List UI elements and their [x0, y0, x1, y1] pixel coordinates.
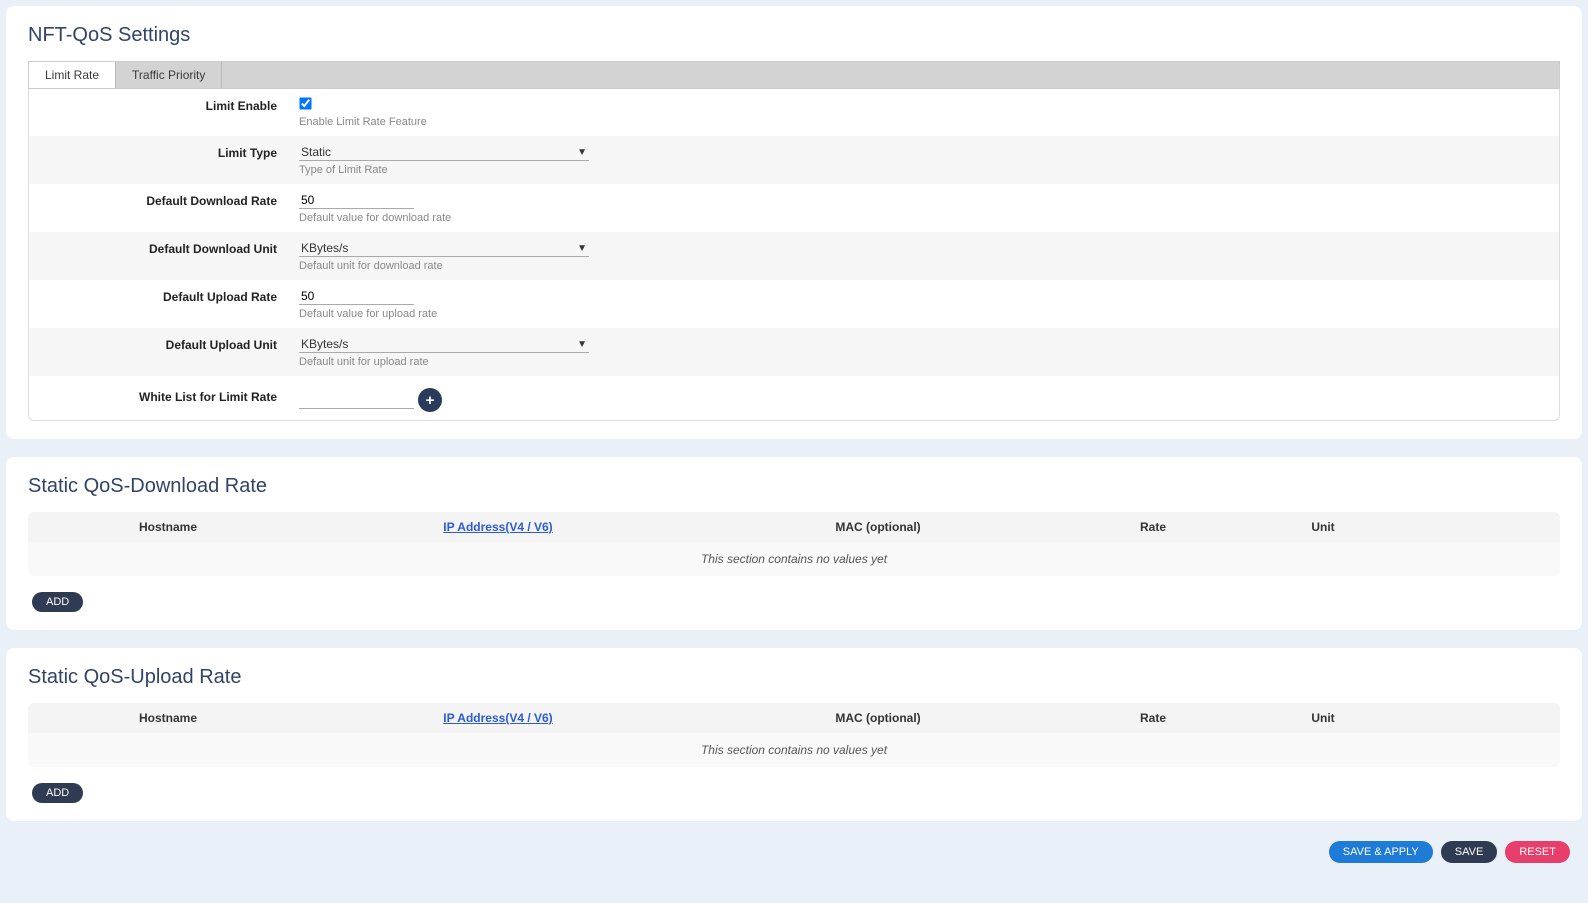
chevron-down-icon: ▼	[577, 147, 587, 158]
select-limit-type-value: Static	[301, 145, 331, 159]
tab-traffic-priority[interactable]: Traffic Priority	[116, 62, 222, 88]
select-ul-unit-value: KBytes/s	[301, 337, 348, 351]
row-dl-rate: Default Download Rate Default value for …	[29, 184, 1559, 232]
label-ul-rate: Default Upload Rate	[29, 288, 299, 304]
th-mac: MAC (optional)	[688, 520, 1068, 534]
label-limit-enable: Limit Enable	[29, 97, 299, 113]
save-button[interactable]: SAVE	[1441, 841, 1498, 863]
row-limit-enable: Limit Enable Enable Limit Rate Feature	[29, 89, 1559, 136]
th-ip-link[interactable]: IP Address(V4 / V6)	[443, 711, 552, 725]
download-title: Static QoS-Download Rate	[6, 475, 1582, 512]
upload-panel: Static QoS-Upload Rate Hostname IP Addre…	[6, 648, 1582, 821]
th-hostname: Hostname	[28, 711, 308, 725]
select-dl-unit-value: KBytes/s	[301, 241, 348, 255]
download-panel: Static QoS-Download Rate Hostname IP Add…	[6, 457, 1582, 630]
help-ul-rate: Default value for upload rate	[299, 308, 1559, 320]
help-dl-unit: Default unit for download rate	[299, 260, 1559, 272]
row-limit-type: Limit Type Static ▼ Type of Limit Rate	[29, 136, 1559, 184]
settings-tabs: Limit Rate Traffic Priority	[28, 61, 1560, 89]
plus-icon: +	[426, 392, 435, 409]
th-ip-link[interactable]: IP Address(V4 / V6)	[443, 520, 552, 534]
label-dl-unit: Default Download Unit	[29, 240, 299, 256]
settings-title: NFT-QoS Settings	[6, 24, 1582, 61]
input-ul-rate[interactable]	[299, 288, 414, 305]
row-ul-unit: Default Upload Unit KBytes/s ▼ Default u…	[29, 328, 1559, 376]
download-empty: This section contains no values yet	[28, 542, 1560, 576]
select-dl-unit[interactable]: KBytes/s ▼	[299, 240, 589, 257]
checkbox-limit-enable[interactable]	[299, 97, 311, 109]
input-whitelist[interactable]	[299, 392, 414, 409]
chevron-down-icon: ▼	[577, 339, 587, 350]
label-limit-type: Limit Type	[29, 144, 299, 160]
upload-title: Static QoS-Upload Rate	[6, 666, 1582, 703]
th-unit: Unit	[1238, 520, 1408, 534]
th-unit: Unit	[1238, 711, 1408, 725]
label-ul-unit: Default Upload Unit	[29, 336, 299, 352]
row-whitelist: White List for Limit Rate +	[29, 376, 1559, 420]
download-table-head: Hostname IP Address(V4 / V6) MAC (option…	[28, 512, 1560, 542]
help-ul-unit: Default unit for upload rate	[299, 356, 1559, 368]
th-mac: MAC (optional)	[688, 711, 1068, 725]
label-whitelist: White List for Limit Rate	[29, 384, 299, 404]
download-add-button[interactable]: ADD	[32, 592, 83, 612]
upload-table-head: Hostname IP Address(V4 / V6) MAC (option…	[28, 703, 1560, 733]
row-dl-unit: Default Download Unit KBytes/s ▼ Default…	[29, 232, 1559, 280]
th-hostname: Hostname	[28, 520, 308, 534]
row-ul-rate: Default Upload Rate Default value for up…	[29, 280, 1559, 328]
th-rate: Rate	[1068, 520, 1238, 534]
upload-empty: This section contains no values yet	[28, 733, 1560, 767]
select-ul-unit[interactable]: KBytes/s ▼	[299, 336, 589, 353]
add-whitelist-button[interactable]: +	[418, 388, 442, 412]
help-limit-type: Type of Limit Rate	[299, 164, 1559, 176]
help-limit-enable: Enable Limit Rate Feature	[299, 116, 1559, 128]
save-apply-button[interactable]: SAVE & APPLY	[1329, 841, 1433, 863]
help-dl-rate: Default value for download rate	[299, 212, 1559, 224]
chevron-down-icon: ▼	[577, 243, 587, 254]
upload-add-button[interactable]: ADD	[32, 783, 83, 803]
settings-form: Limit Enable Enable Limit Rate Feature L…	[28, 89, 1560, 421]
input-dl-rate[interactable]	[299, 192, 414, 209]
select-limit-type[interactable]: Static ▼	[299, 144, 589, 161]
label-dl-rate: Default Download Rate	[29, 192, 299, 208]
footer-actions: SAVE & APPLY SAVE RESET	[6, 839, 1582, 871]
reset-button[interactable]: RESET	[1505, 841, 1570, 863]
tab-limit-rate[interactable]: Limit Rate	[29, 62, 116, 88]
th-rate: Rate	[1068, 711, 1238, 725]
settings-panel: NFT-QoS Settings Limit Rate Traffic Prio…	[6, 6, 1582, 439]
